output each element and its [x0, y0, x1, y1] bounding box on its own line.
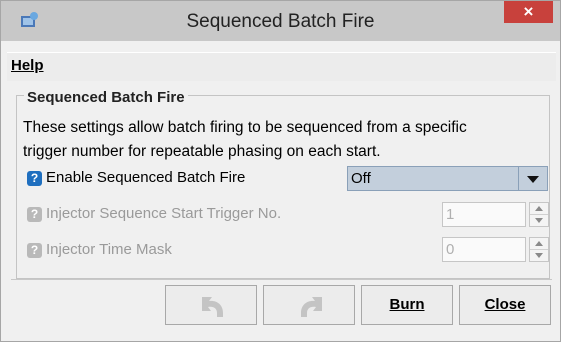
menu-help[interactable]: Help — [11, 57, 44, 74]
select-value: Off — [351, 170, 371, 187]
dialog-window: Sequenced Batch Fire × Help Sequenced Ba… — [0, 0, 561, 342]
spin-down-icon — [530, 215, 548, 226]
spinner-value: 1 — [446, 206, 455, 223]
undo-icon — [202, 297, 223, 317]
spin-down-icon — [530, 250, 548, 261]
chevron-down-icon[interactable] — [518, 167, 547, 190]
spinner-value: 0 — [446, 241, 455, 258]
enable-sequenced-batch-fire-label: Enable Sequenced Batch Fire — [46, 169, 246, 186]
injector-sequence-start-trigger-spinner — [529, 202, 549, 227]
injector-time-mask-spinner — [529, 237, 549, 262]
window-title: Sequenced Batch Fire — [186, 11, 375, 32]
help-icon-disabled: ? — [27, 243, 42, 258]
window-close-button[interactable]: × — [504, 1, 553, 23]
enable-sequenced-batch-fire-select[interactable]: Off — [347, 166, 548, 191]
description-line-2: trigger number for repeatable phasing on… — [23, 143, 381, 160]
spin-up-icon — [530, 238, 548, 250]
injector-sequence-start-trigger-field: 1 — [442, 202, 526, 227]
help-icon-disabled: ? — [27, 207, 42, 222]
redo-icon — [301, 297, 322, 317]
description-line-1: These settings allow batch firing to be … — [23, 119, 467, 136]
injector-time-mask-label: Injector Time Mask — [46, 241, 172, 258]
burn-button[interactable]: Burn — [361, 285, 453, 325]
spin-up-icon — [530, 203, 548, 215]
help-icon[interactable]: ? — [27, 171, 42, 186]
burn-button-label: Burn — [389, 296, 425, 313]
injector-time-mask-field: 0 — [442, 237, 526, 262]
close-button-label: Close — [484, 296, 526, 313]
redo-button[interactable] — [263, 285, 355, 325]
menu-help-label: Help — [11, 57, 44, 74]
title-bar[interactable]: Sequenced Batch Fire × — [1, 1, 560, 41]
close-button[interactable]: Close — [459, 285, 551, 325]
undo-button[interactable] — [165, 285, 257, 325]
group-title: Sequenced Batch Fire — [24, 89, 188, 106]
menu-bar: Help — [7, 52, 556, 82]
injector-sequence-start-trigger-label: Injector Sequence Start Trigger No. — [46, 205, 282, 222]
